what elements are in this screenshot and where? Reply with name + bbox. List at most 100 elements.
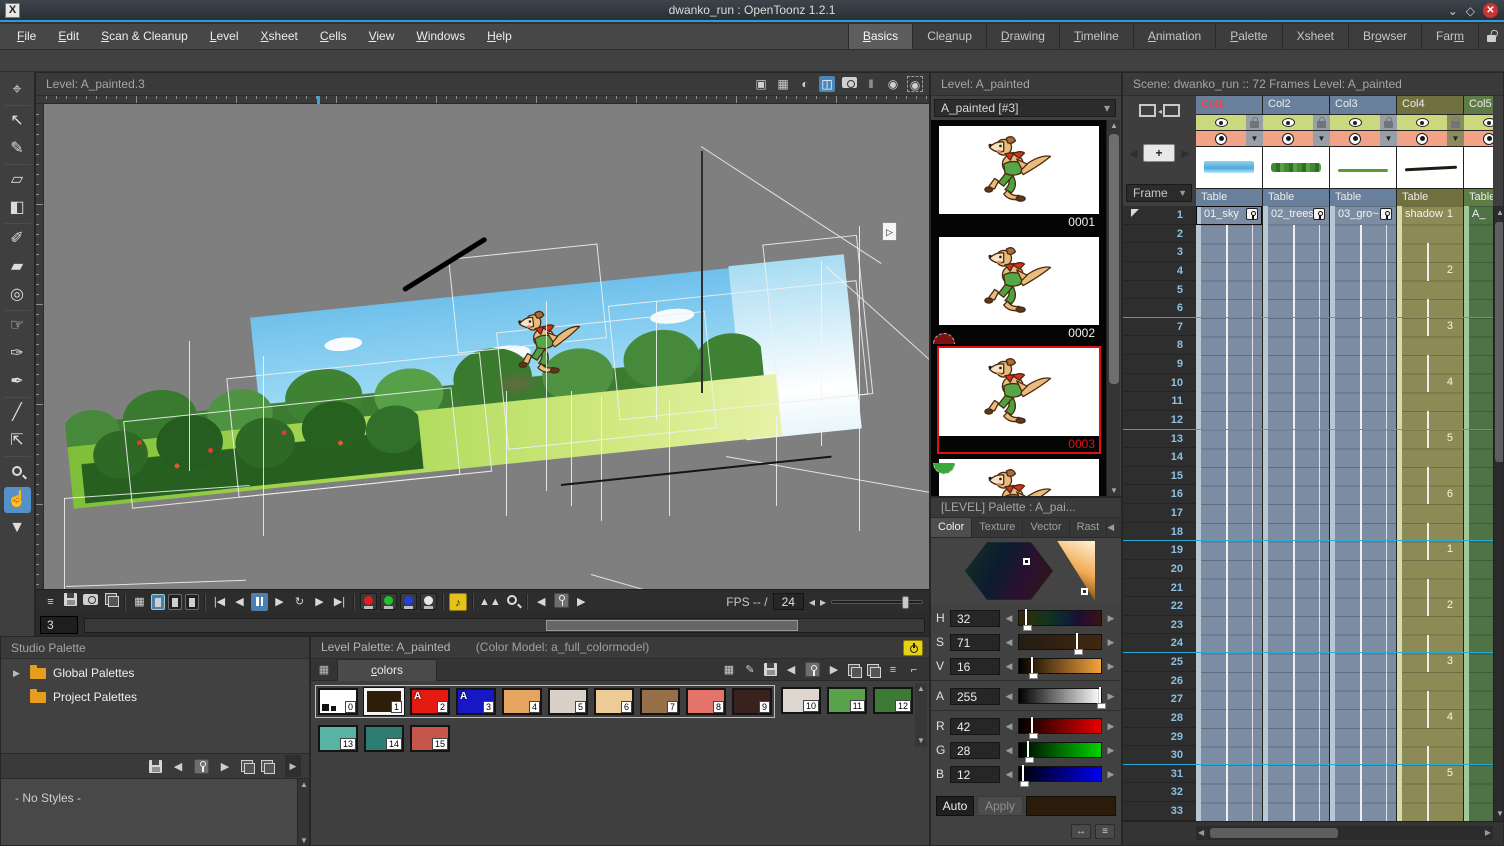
scroll-up-icon[interactable]: ▲ (1107, 120, 1121, 132)
palette-swatch-1[interactable]: 1 (364, 688, 404, 715)
xsheet-column-cells-col4[interactable]: shadow12345612345 (1397, 206, 1464, 821)
palette-page-tab[interactable]: colors (337, 659, 437, 681)
slider-handle[interactable] (1031, 717, 1033, 736)
scroll-down-icon[interactable]: ▼ (298, 835, 310, 846)
matte-channel-icon[interactable] (420, 593, 437, 610)
menu-scan-cleanup[interactable]: Scan & Cleanup (90, 24, 199, 49)
xsheet-row-number[interactable]: 5 (1123, 281, 1196, 300)
shade-icon[interactable]: ⌄ (1448, 3, 1458, 19)
xsheet-row-number[interactable]: 12 (1123, 411, 1196, 430)
slider-value-field[interactable]: 16 (950, 658, 1000, 675)
slider-decrease-icon[interactable]: ◀ (1004, 745, 1014, 756)
room-tab-timeline[interactable]: Timeline (1059, 24, 1133, 49)
frame-slider-handle[interactable] (546, 620, 798, 631)
xsheet-horizontal-scrollbar[interactable]: ◀ ▶ (1123, 821, 1504, 846)
options-menu-icon[interactable]: ≡ (886, 664, 900, 676)
tool-rgb-picker[interactable]: ✒ (4, 369, 31, 395)
style-tab-vector[interactable]: Vector (1023, 518, 1069, 537)
keyframe-icon[interactable] (1313, 208, 1325, 220)
slider-decrease-icon[interactable]: ◀ (1004, 769, 1014, 780)
options-menu-icon[interactable]: ≡ (42, 593, 59, 611)
palette-swatch-13[interactable]: 13 (318, 725, 358, 752)
xsheet-column-header-col4[interactable]: Col4▼Table (1397, 96, 1464, 206)
previous-frame-icon[interactable]: ◀ (231, 593, 248, 611)
tool-brush[interactable]: ✎ (4, 136, 31, 162)
scrollbar-thumb[interactable] (1109, 134, 1119, 384)
level-strip-frame[interactable]: 0003 (939, 348, 1099, 452)
menu-help[interactable]: Help (476, 24, 523, 49)
slider-decrease-icon[interactable]: ◀ (1004, 661, 1014, 672)
xsheet-row-number[interactable]: 4 (1123, 262, 1196, 281)
table-label[interactable]: Table (1263, 188, 1329, 206)
scroll-up-icon[interactable]: ▲ (915, 683, 927, 695)
view-mode-camera[interactable] (151, 594, 165, 610)
level-selector-dropdown[interactable]: A_painted [#3] ▾ (934, 99, 1116, 117)
slider-handle[interactable] (1027, 741, 1029, 760)
new-palette-icon[interactable] (241, 760, 253, 772)
slider-decrease-icon[interactable]: ◀ (1004, 637, 1014, 648)
key-icon[interactable] (553, 593, 570, 611)
xsheet-row-number[interactable]: 26 (1123, 672, 1196, 691)
level-strip-frame[interactable]: 0001 (939, 126, 1099, 230)
hexagon-color-wheel[interactable] (965, 541, 1053, 601)
column-name[interactable]: Col3 (1330, 96, 1396, 114)
tab-scroll-icons[interactable]: ◀ ▶ (1107, 518, 1121, 537)
tool-selection[interactable]: ↖ (4, 108, 31, 134)
camstand-visible-toggle[interactable] (1397, 131, 1447, 146)
column-name[interactable]: Col5 (1464, 96, 1493, 114)
save-palette-icon[interactable] (149, 760, 162, 773)
palette-swatch-4[interactable]: 4 (502, 688, 542, 715)
palette-swatch-2[interactable]: A2 (410, 688, 450, 715)
column-name[interactable]: Col4 (1397, 96, 1463, 114)
new-folder-icon[interactable] (261, 760, 273, 772)
room-tab-animation[interactable]: Animation (1133, 24, 1215, 49)
palette-tree-item-project-palettes[interactable]: Project Palettes (1, 685, 309, 709)
lock-toggle[interactable] (1447, 115, 1464, 130)
view-mode-camstand[interactable] (168, 594, 182, 610)
sub-camera-preview-icon[interactable]: ◉ (907, 76, 923, 92)
slider-value-field[interactable]: 32 (950, 610, 1000, 627)
camstand-visible-toggle[interactable] (1464, 131, 1493, 146)
scroll-left-icon[interactable]: ◀ (1198, 826, 1204, 840)
fps-decrease-icon[interactable]: ◂ (809, 595, 815, 609)
slider-increase-icon[interactable]: ▶ (1106, 691, 1116, 702)
preview-visible-toggle[interactable] (1263, 115, 1313, 130)
xsheet-row-number[interactable]: 17 (1123, 504, 1196, 523)
slider-value-field[interactable]: 12 (950, 766, 1000, 783)
camstand-visible-toggle[interactable] (1196, 131, 1246, 146)
room-tab-basics[interactable]: Basics (848, 24, 912, 49)
column-menu-toggle[interactable]: ▼ (1380, 131, 1397, 146)
xsheet-row-number[interactable]: 24 (1123, 634, 1196, 653)
slider-increase-icon[interactable]: ▶ (1106, 637, 1116, 648)
xsheet-row-number[interactable]: 29 (1123, 728, 1196, 747)
key-icon[interactable] (805, 662, 820, 677)
table-label[interactable]: Table (1330, 188, 1396, 206)
scroll-down-icon[interactable]: ▼ (915, 735, 927, 747)
column-menu-toggle[interactable]: ▼ (1313, 131, 1330, 146)
slider-handle[interactable] (1031, 657, 1033, 676)
red-channel-icon[interactable] (360, 593, 377, 610)
value-triangle-picker[interactable] (1049, 541, 1095, 601)
tool-zoom[interactable] (4, 459, 31, 485)
preview-visible-toggle[interactable] (1464, 115, 1493, 130)
slider-handle[interactable] (1022, 765, 1024, 784)
table-label[interactable]: Table (1196, 188, 1262, 206)
slider-increase-icon[interactable]: ▶ (1106, 613, 1116, 624)
palette-swatch-6[interactable]: 6 (594, 688, 634, 715)
apply-button[interactable]: Apply (977, 796, 1023, 816)
scroll-right-icon[interactable]: ▶ (1485, 826, 1491, 840)
palette-swatch-0[interactable]: 0 (318, 688, 358, 715)
preview-icon[interactable]: ◉ (885, 76, 901, 92)
expand-arrow-icon[interactable]: ▶ (13, 668, 23, 679)
keyframe-icon[interactable] (1380, 208, 1392, 220)
lock-toggle[interactable] (1313, 115, 1330, 130)
pause-icon[interactable] (251, 593, 268, 611)
xsheet-row-number[interactable]: 28 (1123, 709, 1196, 728)
rooms-lock-icon[interactable] (1478, 24, 1504, 49)
slider-increase-icon[interactable]: ▶ (1106, 721, 1116, 732)
standard-view-icon[interactable]: ◐ (797, 76, 813, 92)
palette-swatch-7[interactable]: 7 (640, 688, 680, 715)
tool-control-point-editor[interactable]: ⇱ (4, 428, 31, 454)
lock-icon[interactable]: ⌐ (907, 664, 921, 676)
first-frame-icon[interactable]: |◀ (211, 593, 228, 611)
